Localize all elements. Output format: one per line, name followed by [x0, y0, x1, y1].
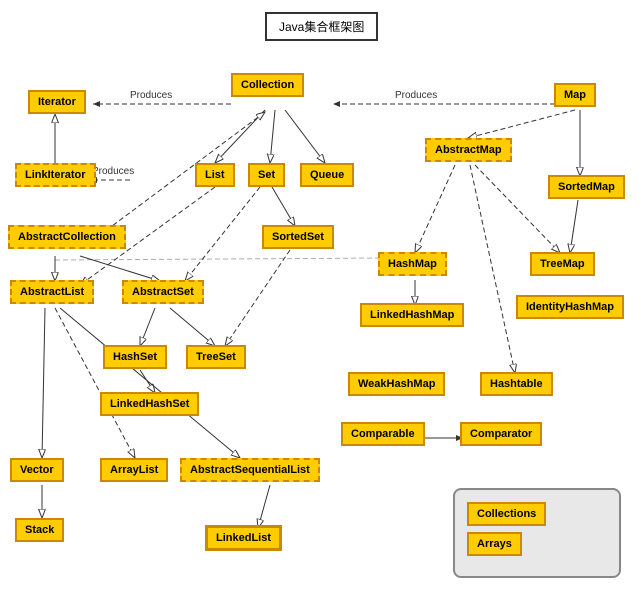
node-linkedlist: LinkedList [205, 525, 282, 551]
node-collections: Collections [467, 502, 546, 526]
legend-box: Collections Arrays [453, 488, 621, 578]
node-identityhashmap: IdentityHashMap [516, 295, 624, 319]
node-abstractsequentiallist: AbstractSequentialList [180, 458, 320, 482]
produces-label-2: Produces [395, 90, 437, 101]
node-set: Set [248, 163, 285, 187]
node-comparator: Comparator [460, 422, 542, 446]
node-collection: Collection [231, 73, 304, 97]
node-hashtable: Hashtable [480, 372, 553, 396]
node-abstractlist: AbstractList [10, 280, 94, 304]
node-weakhashmap: WeakHashMap [348, 372, 445, 396]
node-stack: Stack [15, 518, 64, 542]
node-list: List [195, 163, 235, 187]
node-hashmap: HashMap [378, 252, 447, 276]
node-comparable: Comparable [341, 422, 425, 446]
diagram: Produces Produces Produces [0, 0, 643, 611]
node-abstractmap: AbstractMap [425, 138, 512, 162]
title-text: Java集合框架图 [279, 20, 364, 34]
node-sortedset: SortedSet [262, 225, 334, 249]
node-vector: Vector [10, 458, 64, 482]
node-hashset: HashSet [103, 345, 167, 369]
node-treeset: TreeSet [186, 345, 246, 369]
node-abstractset: AbstractSet [122, 280, 204, 304]
node-linkiterator: LinkIterator [15, 163, 96, 187]
node-arrays: Arrays [467, 532, 522, 556]
title-box: Java集合框架图 [265, 12, 378, 41]
node-arraylist: ArrayList [100, 458, 168, 482]
node-abstractcollection: AbstractCollection [8, 225, 126, 249]
produces-label-3: Produces [92, 166, 134, 177]
node-iterator: Iterator [28, 90, 86, 114]
produces-label-1: Produces [130, 90, 172, 101]
node-treemap: TreeMap [530, 252, 595, 276]
node-sortedmap: SortedMap [548, 175, 625, 199]
node-queue: Queue [300, 163, 354, 187]
node-map: Map [554, 83, 596, 107]
node-linkedhashmap: LinkedHashMap [360, 303, 464, 327]
node-linkedhashset: LinkedHashSet [100, 392, 199, 416]
